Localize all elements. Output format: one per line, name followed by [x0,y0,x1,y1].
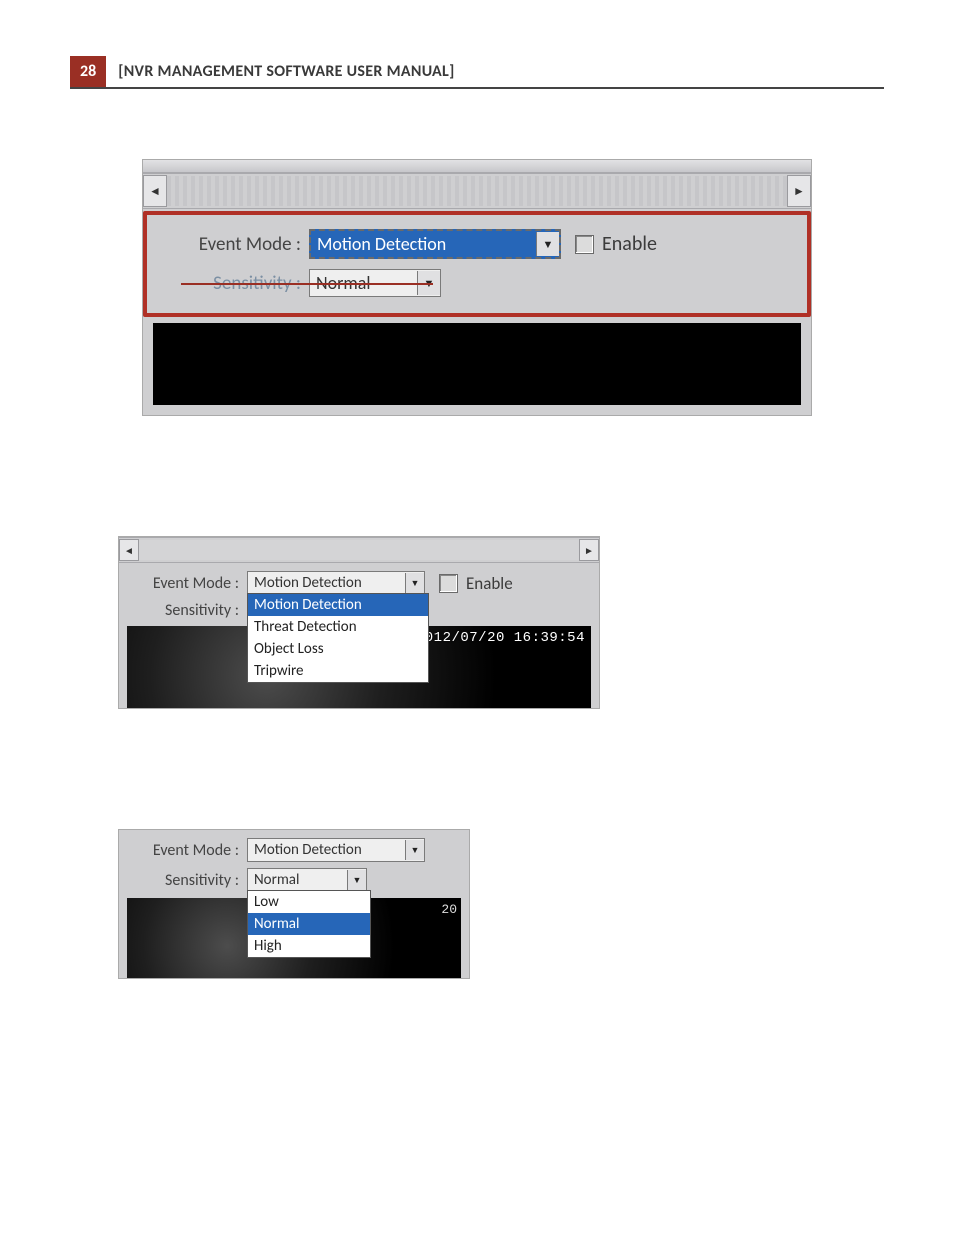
event-mode-dropdown[interactable]: Motion Detection ▼ [247,571,425,595]
event-mode-dropdown[interactable]: Motion Detection ▼ [247,838,425,862]
scroll-left-button[interactable]: ◄ [119,539,139,561]
timeline-scrollbar: ◄ ► [143,173,811,209]
sensitivity-label: Sensitivity : [127,601,247,620]
scroll-left-button[interactable]: ◄ [143,175,167,207]
event-mode-label: Event Mode : [161,233,309,256]
video-placeholder [153,323,801,405]
page-number: 28 [70,56,106,87]
option-object-loss[interactable]: Object Loss [248,638,428,660]
timeline-track[interactable] [167,176,787,206]
scroll-right-button[interactable]: ► [579,539,599,561]
option-high[interactable]: High [248,935,370,957]
event-mode-label: Event Mode : [127,574,247,593]
sensitivity-open-list: Low Normal High [247,890,371,958]
camera-corner-text: 20 [441,902,457,917]
strike-line [181,283,433,285]
highlight-box: Event Mode : Motion Detection ▼ Enable S… [143,211,811,317]
option-tripwire[interactable]: Tripwire [248,660,428,682]
enable-checkbox[interactable] [575,235,594,254]
figure-1: ◄ ► Event Mode : Motion Detection ▼ Enab… [142,159,812,416]
sensitivity-row: Sensitivity : Normal ▼ [161,269,793,297]
sensitivity-row: Sensitivity : Normal ▼ [127,868,461,892]
event-mode-value: Motion Detection [311,233,536,255]
event-mode-value: Motion Detection [248,574,405,592]
sensitivity-dropdown[interactable]: Normal ▼ [247,868,367,892]
chevron-down-icon[interactable]: ▼ [347,870,366,890]
scroll-right-button[interactable]: ► [787,175,811,207]
event-mode-open-list: Motion Detection Threat Detection Object… [247,593,429,683]
chevron-down-icon[interactable]: ▼ [536,232,559,256]
enable-label: Enable [466,573,513,594]
enable-label: Enable [602,232,657,256]
option-low[interactable]: Low [248,891,370,913]
option-threat-detection[interactable]: Threat Detection [248,616,428,638]
event-mode-value: Motion Detection [248,841,405,859]
sensitivity-value: Normal [248,871,347,889]
event-mode-row: Event Mode : Motion Detection ▼ Enable [127,571,591,595]
sensitivity-label: Sensitivity : [127,871,247,890]
document-title: [NVR MANAGEMENT SOFTWARE USER MANUAL] [106,56,466,87]
event-mode-label: Event Mode : [127,841,247,860]
page-header: 28 [NVR MANAGEMENT SOFTWARE USER MANUAL] [70,56,884,89]
option-normal[interactable]: Normal [248,913,370,935]
camera-timestamp: 2012/07/20 16:39:54 [416,630,585,646]
option-motion-detection[interactable]: Motion Detection [248,594,428,616]
event-mode-row: Event Mode : Motion Detection ▼ [127,838,461,862]
timeline-track[interactable] [139,540,579,560]
enable-checkbox[interactable] [439,574,458,593]
panel-edge [143,160,811,173]
event-mode-dropdown[interactable]: Motion Detection ▼ [309,229,561,259]
chevron-down-icon[interactable]: ▼ [405,573,424,593]
figure-3: Event Mode : Motion Detection ▼ Sensitiv… [118,829,470,979]
chevron-down-icon[interactable]: ▼ [405,840,424,860]
figure-2: ◄ ► Event Mode : Motion Detection ▼ Enab… [118,536,600,709]
timeline-scrollbar: ◄ ► [119,537,599,563]
event-mode-row: Event Mode : Motion Detection ▼ Enable [161,229,793,259]
